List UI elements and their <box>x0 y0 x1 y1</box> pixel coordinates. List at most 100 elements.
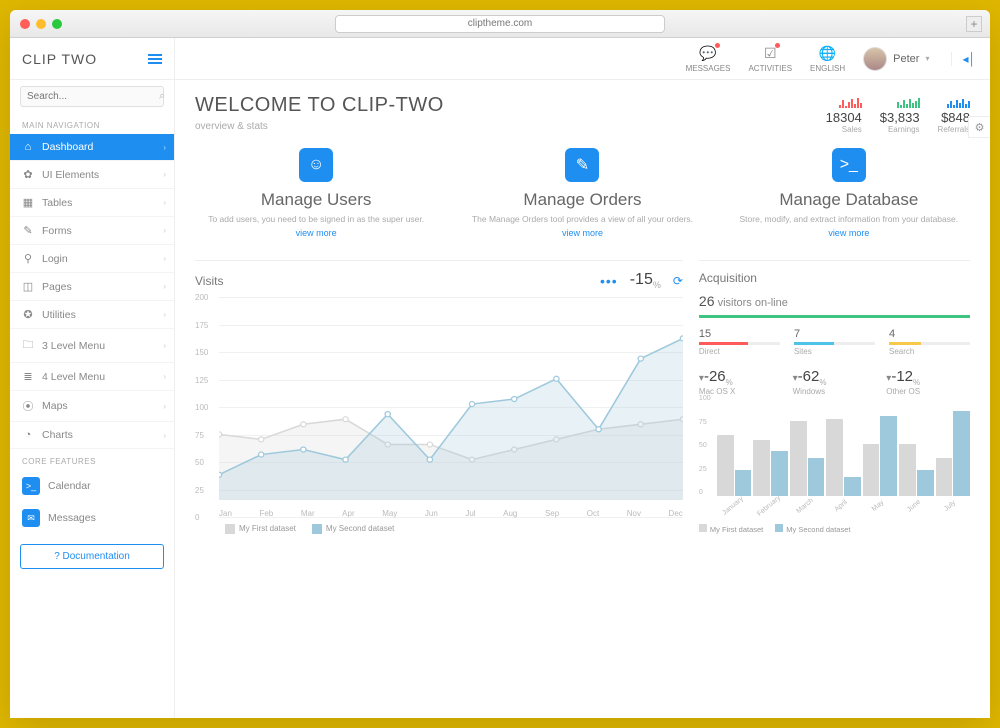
acq-source-sites: 7Sites <box>794 328 875 356</box>
tile-link[interactable]: view more <box>461 228 703 238</box>
sidebar-item-tables[interactable]: ▦Tables› <box>10 189 174 217</box>
chevron-right-icon: › <box>163 143 166 152</box>
tile-icon: ✎ <box>565 148 599 182</box>
chevron-right-icon: › <box>163 170 166 179</box>
sidebar-core-messages[interactable]: ✉Messages <box>10 502 174 534</box>
search-input[interactable]: ⌕ <box>20 86 164 107</box>
sidebar-item-charts[interactable]: ◔Charts› <box>10 422 174 449</box>
sidebar-item-ui-elements[interactable]: ✿ UI Elements › <box>10 161 174 189</box>
topbar-messages-label: MESSAGES <box>686 64 731 73</box>
nav-label: 3 Level Menu <box>42 340 105 352</box>
menu-toggle-icon[interactable] <box>148 54 162 64</box>
nav-label: 4 Level Menu <box>42 371 105 383</box>
brand-bar: CLIP TWO <box>10 38 174 80</box>
nav-icon: ✿ <box>22 168 34 181</box>
main-area: 💬 MESSAGES ☑ ACTIVITIES 🌐 ENGLISH Peter … <box>175 38 990 718</box>
chevron-right-icon: › <box>163 310 166 319</box>
documentation-button[interactable]: ? Documentation <box>20 544 164 569</box>
minimize-icon[interactable] <box>36 19 46 29</box>
tile-link[interactable]: view more <box>728 228 970 238</box>
sidebar-item-utilities[interactable]: ✪Utilities› <box>10 301 174 329</box>
visits-legend: My First datasetMy Second dataset <box>195 524 683 534</box>
core-label: Messages <box>48 512 96 524</box>
acq-legend: My First datasetMy Second dataset <box>699 524 970 534</box>
chevron-down-icon: ▾ <box>925 54 929 63</box>
maximize-icon[interactable] <box>52 19 62 29</box>
acq-chart: 0255075100 JanuaryFebruaryMarchAprilMayJ… <box>699 402 970 522</box>
page-subtitle: overview & stats <box>195 121 444 132</box>
sidebar-item-login[interactable]: ⚲Login› <box>10 245 174 273</box>
sidebar-item-4-level-menu[interactable]: ≣ 4 Level Menu › <box>10 363 174 391</box>
nav-icon: ⦿ <box>22 398 34 414</box>
right-panel-toggle[interactable]: ◂│ <box>951 52 976 66</box>
nav-label: UI Elements <box>42 169 99 181</box>
sidebar-item-pages[interactable]: ◫Pages› <box>10 273 174 301</box>
browser-window: cliptheme.com + CLIP TWO ⌕ MAIN NAVIGATI… <box>10 10 990 718</box>
sidebar-item-forms[interactable]: ✎ Forms › <box>10 217 174 245</box>
visitors-online: 26 visitors on-line <box>699 293 970 318</box>
nav-section-core: CORE FEATURES <box>10 449 174 470</box>
nav-label: Tables <box>42 197 72 209</box>
nav-label: Forms <box>42 225 72 237</box>
nav-icon: 🗀 <box>22 336 34 355</box>
more-icon[interactable]: ••• <box>600 273 618 289</box>
topbar-activities[interactable]: ☑ ACTIVITIES <box>748 45 792 73</box>
tile-title: Manage Database <box>728 190 970 210</box>
tile-desc: The Manage Orders tool provides a view o… <box>461 214 703 224</box>
tile-title: Manage Users <box>195 190 437 210</box>
settings-gear-button[interactable]: ⚙ <box>968 116 990 138</box>
sidebar: CLIP TWO ⌕ MAIN NAVIGATION ⌂ Dashboard › ✿ U… <box>10 38 175 718</box>
search-field[interactable] <box>27 91 159 102</box>
chevron-right-icon: › <box>163 431 166 440</box>
kpi-strip: 18304Sales$3,833Earnings$848Referrals <box>826 94 970 134</box>
topbar: 💬 MESSAGES ☑ ACTIVITIES 🌐 ENGLISH Peter … <box>175 38 990 80</box>
traffic-lights[interactable] <box>20 19 62 29</box>
tile-icon: ☺ <box>299 148 333 182</box>
sidebar-item-maps[interactable]: ⦿Maps› <box>10 391 174 422</box>
content: WELCOME TO CLIP-TWO overview & stats 183… <box>175 80 990 718</box>
browser-chrome: cliptheme.com + <box>10 10 990 38</box>
check-icon: ☑ <box>764 45 777 62</box>
app-root: CLIP TWO ⌕ MAIN NAVIGATION ⌂ Dashboard › ✿ U… <box>10 38 990 718</box>
core-icon: >_ <box>22 477 40 495</box>
sidebar-core-calendar[interactable]: >_ Calendar <box>10 470 174 502</box>
globe-icon: 🌐 <box>819 45 836 62</box>
kpi-earnings: $3,833Earnings <box>880 94 920 134</box>
sidebar-item-3-level-menu[interactable]: 🗀3 Level Menu› <box>10 329 174 363</box>
nav-icon: ≣ <box>22 370 34 383</box>
acq-os-windows: ▾-62%Windows <box>793 368 877 396</box>
topbar-activities-label: ACTIVITIES <box>748 64 792 73</box>
chevron-right-icon: › <box>163 226 166 235</box>
user-menu[interactable]: Peter ▾ <box>863 47 929 71</box>
chevron-right-icon: › <box>163 198 166 207</box>
chevron-right-icon: › <box>163 372 166 381</box>
feature-tiles: ☺ Manage Users To add users, you need to… <box>195 148 970 238</box>
nav-label: Dashboard <box>42 141 93 153</box>
nav-icon: ⌂ <box>22 141 34 153</box>
topbar-messages[interactable]: 💬 MESSAGES <box>686 45 731 73</box>
url-field[interactable]: cliptheme.com <box>335 15 665 33</box>
visits-chart: 0255075100125150175200 JanFebMarAprMayJu… <box>195 298 683 518</box>
nav-label: Utilities <box>42 309 76 321</box>
tile-link[interactable]: view more <box>195 228 437 238</box>
tile-title: Manage Orders <box>461 190 703 210</box>
sidebar-item-dashboard[interactable]: ⌂ Dashboard › <box>10 134 174 161</box>
user-name: Peter <box>893 53 919 65</box>
search-icon[interactable]: ⌕ <box>159 90 165 103</box>
new-tab-button[interactable]: + <box>966 16 982 32</box>
acq-source-search: 4Search <box>889 328 970 356</box>
acq-os-other-os: ▾-12%Other OS <box>886 368 970 396</box>
nav-section-main: MAIN NAVIGATION <box>10 113 174 134</box>
kpi-referrals: $848Referrals <box>938 94 970 134</box>
refresh-icon[interactable]: ⟳ <box>673 274 683 288</box>
brand-name: CLIP TWO <box>22 51 97 67</box>
nav-icon: ✎ <box>22 224 34 237</box>
nav-label: Charts <box>42 429 73 441</box>
chevron-right-icon: › <box>163 282 166 291</box>
topbar-language[interactable]: 🌐 ENGLISH <box>810 45 845 73</box>
acq-os-mac-os-x: ▾-26%Mac OS X <box>699 368 783 396</box>
tile-desc: Store, modify, and extract information f… <box>728 214 970 224</box>
core-label: Calendar <box>48 480 91 492</box>
nav-label: Pages <box>42 281 72 293</box>
close-icon[interactable] <box>20 19 30 29</box>
